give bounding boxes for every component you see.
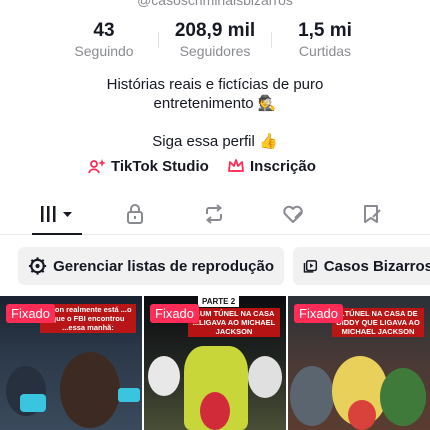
followers-count: 208,9 mil — [174, 20, 256, 41]
video-thumbnail[interactable]: ...TÚNEL NA CASA DE DIDDY QUE LIGAVA AO … — [288, 296, 430, 430]
playlist-casos-label: Casos Bizarros — [323, 257, 430, 275]
likes-label: Curtidas — [298, 43, 352, 59]
profile-tabs — [0, 195, 430, 235]
subscription-link[interactable]: Inscrição — [227, 157, 316, 175]
tab-saved[interactable] — [347, 195, 397, 233]
stat-following[interactable]: 43 Seguindo — [69, 20, 139, 60]
video-caption: ...TÚNEL NA CASA DE DIDDY QUE LIGAVA AO … — [332, 308, 424, 337]
manage-playlists-button[interactable]: Gerenciar listas de reprodução — [18, 247, 284, 285]
stat-followers[interactable]: 208,9 mil Seguidores — [164, 20, 266, 60]
bio-line: entretenimento 🕵️ — [153, 95, 277, 112]
stat-divider — [271, 32, 272, 48]
video-caption: ...UM TÚNEL NA CASA ...LIGAVA AO MICHAEL… — [188, 308, 280, 337]
pinned-badge: Fixado — [6, 304, 56, 323]
video-thumbnail[interactable]: PARTE 2 ...UM TÚNEL NA CASA ...LIGAVA AO… — [144, 296, 286, 430]
tab-reposts[interactable] — [189, 195, 239, 233]
bio-line: Histórias reais e fictícias de puro — [106, 76, 324, 93]
likes-count: 1,5 mi — [298, 20, 352, 41]
thumbnail-image — [20, 394, 46, 412]
stat-likes[interactable]: 1,5 mi Curtidas — [287, 20, 363, 60]
repost-icon — [205, 204, 223, 224]
saved-bookmark-icon — [364, 205, 381, 223]
thumbnail-image — [248, 356, 282, 398]
studio-icon — [88, 159, 106, 174]
subscription-crown-icon — [228, 159, 244, 172]
bio-spacer — [0, 113, 430, 132]
playlist-icon — [303, 260, 318, 273]
followers-label: Seguidores — [179, 43, 251, 59]
thumbnail-image — [148, 356, 180, 396]
profile-bio: Histórias reais e fictícias de puro entr… — [0, 75, 430, 151]
lock-icon — [127, 204, 143, 224]
playlist-casos-bizarros[interactable]: Casos Bizarros — [293, 247, 430, 285]
tiktok-studio-link[interactable]: TikTok Studio — [88, 157, 209, 175]
thumbnail-image — [380, 368, 426, 426]
gear-icon — [28, 257, 47, 275]
stat-divider — [158, 32, 159, 48]
profile-stats: 43 Seguindo 208,9 mil Seguidores 1,5 mi … — [0, 20, 430, 60]
tab-liked[interactable] — [268, 195, 318, 233]
following-label: Seguindo — [74, 43, 134, 59]
bio-line: Siga essa perfil 👍 — [152, 133, 278, 150]
profile-handle: @casoscriminaisbizarros — [137, 0, 293, 8]
thumbnail-image — [348, 400, 376, 430]
pinned-badge: Fixado — [150, 304, 200, 323]
part-badge: PARTE 2 — [198, 296, 240, 307]
video-grid: ...son realmente está ...o que o FBI enc… — [0, 296, 430, 430]
profile-links: TikTok Studio Inscrição — [0, 157, 430, 179]
thumbnail-image — [290, 366, 334, 426]
videos-grid-icon — [41, 206, 72, 222]
thumbnail-image — [60, 352, 120, 428]
subscription-label: Inscrição — [250, 157, 316, 175]
liked-heart-icon — [283, 205, 303, 223]
tab-private[interactable] — [110, 195, 160, 233]
following-count: 43 — [93, 20, 115, 41]
playlists-row: Gerenciar listas de reprodução Casos Biz… — [0, 247, 430, 285]
pinned-badge: Fixado — [294, 304, 344, 323]
thumbnail-image — [118, 388, 140, 402]
tab-videos[interactable] — [32, 195, 82, 235]
tiktok-studio-label: TikTok Studio — [111, 157, 209, 175]
thumbnail-image — [200, 392, 230, 430]
video-thumbnail[interactable]: ...son realmente está ...o que o FBI enc… — [0, 296, 142, 430]
manage-playlists-label: Gerenciar listas de reprodução — [53, 257, 274, 275]
